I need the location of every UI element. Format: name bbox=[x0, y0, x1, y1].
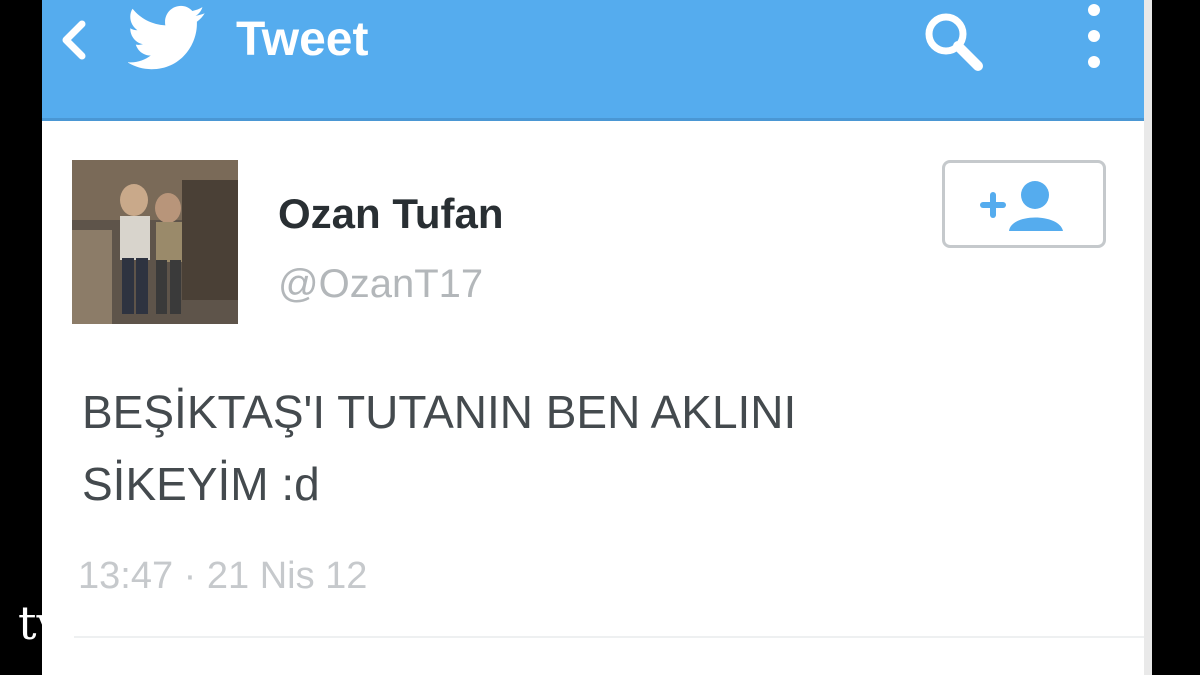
avatar-photo bbox=[72, 160, 238, 324]
back-arrow-icon bbox=[62, 20, 86, 60]
follow-button[interactable] bbox=[942, 160, 1106, 248]
overflow-menu-icon bbox=[1088, 56, 1100, 68]
watermark: tv bbox=[18, 596, 63, 650]
twitter-bird-icon bbox=[127, 5, 205, 70]
author-handle[interactable]: @OzanT17 bbox=[278, 260, 483, 308]
divider bbox=[74, 636, 1144, 638]
twitter-logo bbox=[127, 4, 206, 72]
screen-edge bbox=[1144, 0, 1152, 675]
overflow-menu-icon bbox=[1088, 4, 1100, 16]
add-user-icon bbox=[980, 181, 1063, 231]
tweet-timestamp: 13:47 · 21 Nis 12 bbox=[78, 555, 368, 597]
app-bar: Tweet bbox=[42, 0, 1144, 118]
page-title: Tweet bbox=[236, 13, 369, 66]
tweet-text-line: SİKEYİM :d bbox=[82, 458, 320, 510]
phone-screen: Tweet Ozan Tufan @OzanT17 BEŞİKTAŞ'I TUT… bbox=[42, 0, 1152, 675]
avatar[interactable] bbox=[72, 160, 238, 324]
tweet-text: BEŞİKTAŞ'I TUTANIN BEN AKLINI SİKEYİM :d bbox=[82, 376, 1082, 520]
search-button[interactable] bbox=[918, 8, 990, 74]
back-button[interactable] bbox=[54, 18, 94, 62]
author-name[interactable]: Ozan Tufan bbox=[278, 190, 504, 238]
overflow-menu-button[interactable] bbox=[1082, 0, 1108, 84]
tweet-text-line: BEŞİKTAŞ'I TUTANIN BEN AKLINI bbox=[82, 386, 797, 438]
overflow-menu-icon bbox=[1088, 30, 1100, 42]
search-icon bbox=[925, 13, 983, 71]
